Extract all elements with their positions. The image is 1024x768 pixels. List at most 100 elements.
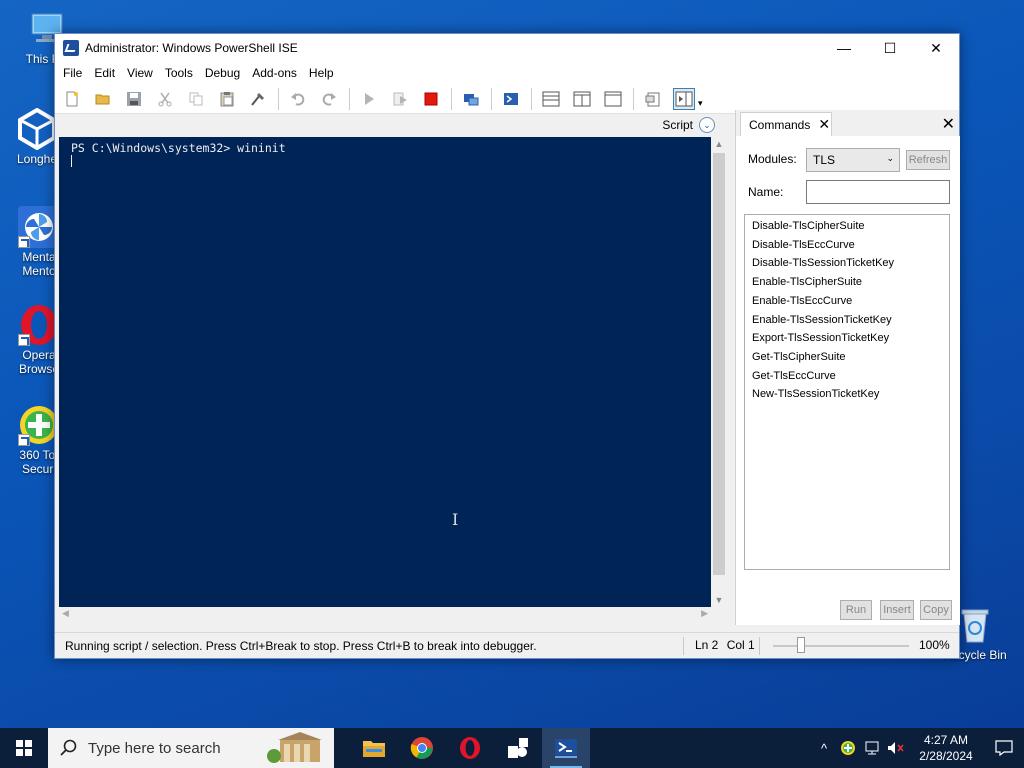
console-horizontal-scrollbar[interactable]: ◀ ▶ (59, 607, 711, 623)
taskbar-chrome[interactable] (398, 728, 446, 768)
new-script-icon[interactable] (61, 88, 83, 110)
toolbar-separator (491, 87, 492, 110)
menu-view[interactable]: View (121, 66, 159, 80)
command-list[interactable]: Disable-TlsCipherSuite Disable-TlsEccCur… (744, 214, 950, 570)
close-pane-icon[interactable]: ✕ (942, 114, 955, 134)
search-highlight-icon (266, 730, 328, 766)
commands-tab[interactable]: Commands ✕ (740, 112, 832, 136)
volume-muted-icon[interactable] (884, 728, 908, 768)
menu-bar: File Edit View Tools Debug Add-ons Help (55, 62, 959, 84)
script-toggle[interactable]: Script ⌄ (662, 117, 715, 133)
taskbar-app-4[interactable] (494, 728, 542, 768)
start-button[interactable] (0, 728, 48, 768)
taskbar-clock[interactable]: 4:27 AM 2/28/2024 (908, 732, 984, 764)
windows-logo-icon (16, 740, 32, 756)
refresh-button[interactable]: Refresh (906, 150, 950, 170)
clear-console-icon[interactable] (247, 88, 269, 110)
modules-select-value: TLS (813, 153, 836, 167)
list-item[interactable]: Get-TlsCipherSuite (745, 348, 949, 367)
menu-edit[interactable]: Edit (88, 66, 121, 80)
status-separator (683, 637, 684, 655)
script-pane-header: Script ⌄ (55, 114, 731, 136)
open-folder-icon[interactable] (92, 88, 114, 110)
save-icon[interactable] (123, 88, 145, 110)
app-tile-icon (508, 738, 528, 758)
desktop-icon-label: Menta Mento (22, 250, 56, 278)
taskbar: Type here to search ^ 4:27 AM 2/28/2024 (0, 728, 1024, 768)
run-script-icon[interactable] (358, 88, 380, 110)
menu-help[interactable]: Help (303, 66, 340, 80)
console-pane[interactable]: PS C:\Windows\system32> wininit (59, 137, 711, 607)
modules-select[interactable]: TLS ⌄ (806, 148, 900, 172)
chevron-down-icon[interactable]: ⌄ (699, 117, 715, 133)
paste-icon[interactable] (216, 88, 238, 110)
unity-icon (16, 107, 58, 151)
run-selection-icon[interactable] (389, 88, 411, 110)
list-item[interactable]: Disable-TlsCipherSuite (745, 217, 949, 236)
undo-icon[interactable] (287, 88, 309, 110)
chevron-up-icon[interactable]: ^ (812, 728, 836, 768)
scroll-down-icon[interactable]: ▼ (711, 593, 727, 607)
new-remote-tab-icon[interactable] (460, 88, 482, 110)
status-message: Running script / selection. Press Ctrl+B… (65, 638, 537, 653)
desktop-icon-label: Longhe (16, 152, 58, 166)
close-tab-icon[interactable]: ✕ (818, 116, 830, 133)
taskbar-powershell-ise[interactable] (542, 728, 590, 768)
name-label: Name: (748, 185, 784, 199)
taskbar-file-explorer[interactable] (350, 728, 398, 768)
scroll-up-icon[interactable]: ▲ (711, 137, 727, 151)
shortcut-arrow-icon (18, 334, 30, 346)
opera-icon (460, 737, 480, 759)
script-pane-maximized-icon[interactable] (602, 88, 624, 110)
scroll-right-icon[interactable]: ▶ (701, 608, 708, 619)
folder-icon (363, 741, 385, 757)
console-vertical-scrollbar[interactable]: ▲ ▼ (711, 137, 727, 607)
list-item[interactable]: Disable-TlsSessionTicketKey (745, 254, 949, 273)
scrollbar-thumb[interactable] (713, 153, 725, 575)
scroll-left-icon[interactable]: ◀ (62, 608, 69, 619)
name-field[interactable] (806, 180, 950, 204)
script-pane-right-icon[interactable] (571, 88, 593, 110)
copy-button[interactable]: Copy (920, 600, 952, 620)
list-item[interactable]: Disable-TlsEccCurve (745, 236, 949, 255)
taskbar-search-box[interactable]: Type here to search (48, 728, 334, 768)
stop-icon[interactable] (420, 88, 442, 110)
desktop-icon-label: Opera Browse (18, 348, 59, 376)
zoom-slider-thumb[interactable] (797, 637, 805, 653)
menu-add-ons[interactable]: Add-ons (246, 66, 303, 80)
close-button[interactable]: ✕ (913, 34, 959, 62)
search-placeholder: Type here to search (88, 739, 221, 757)
insert-button[interactable]: Insert (880, 600, 914, 620)
minimize-button[interactable]: — (821, 34, 867, 62)
powershell-ise-icon (555, 739, 577, 758)
start-powershell-icon[interactable] (500, 88, 522, 110)
script-pane-top-icon[interactable] (540, 88, 562, 110)
copy-icon[interactable] (185, 88, 207, 110)
toolbar-overflow-icon[interactable]: ▾ (698, 98, 703, 109)
list-item[interactable]: Enable-TlsEccCurve (745, 292, 949, 311)
cut-icon[interactable] (154, 88, 176, 110)
show-script-pane-icon[interactable] (642, 88, 664, 110)
list-item[interactable]: Enable-TlsCipherSuite (745, 273, 949, 292)
commands-pane: Commands ✕ ✕ Modules: TLS ⌄ Refresh Name… (735, 110, 960, 625)
list-item[interactable]: Export-TlsSessionTicketKey (745, 329, 949, 348)
zoom-level: 100% (919, 638, 950, 652)
menu-tools[interactable]: Tools (159, 66, 199, 80)
menu-file[interactable]: File (57, 66, 88, 80)
notification-icon[interactable] (984, 740, 1024, 756)
show-command-addon-icon[interactable] (673, 87, 695, 110)
list-item[interactable]: Enable-TlsSessionTicketKey (745, 311, 949, 330)
toolbar-separator (531, 87, 532, 110)
redo-icon[interactable] (318, 88, 340, 110)
maximize-button[interactable]: ☐ (867, 34, 913, 62)
360-security-tray-icon[interactable] (836, 728, 860, 768)
zoom-slider-track[interactable] (773, 645, 909, 647)
commands-body: Modules: TLS ⌄ Refresh Name: Disable-Tls… (736, 136, 960, 625)
menu-debug[interactable]: Debug (199, 66, 246, 80)
network-icon[interactable] (860, 728, 884, 768)
taskbar-opera[interactable] (446, 728, 494, 768)
run-button[interactable]: Run (840, 600, 872, 620)
list-item[interactable]: New-TlsSessionTicketKey (745, 385, 949, 404)
title-bar[interactable]: Administrator: Windows PowerShell ISE — … (55, 34, 959, 62)
list-item[interactable]: Get-TlsEccCurve (745, 367, 949, 386)
